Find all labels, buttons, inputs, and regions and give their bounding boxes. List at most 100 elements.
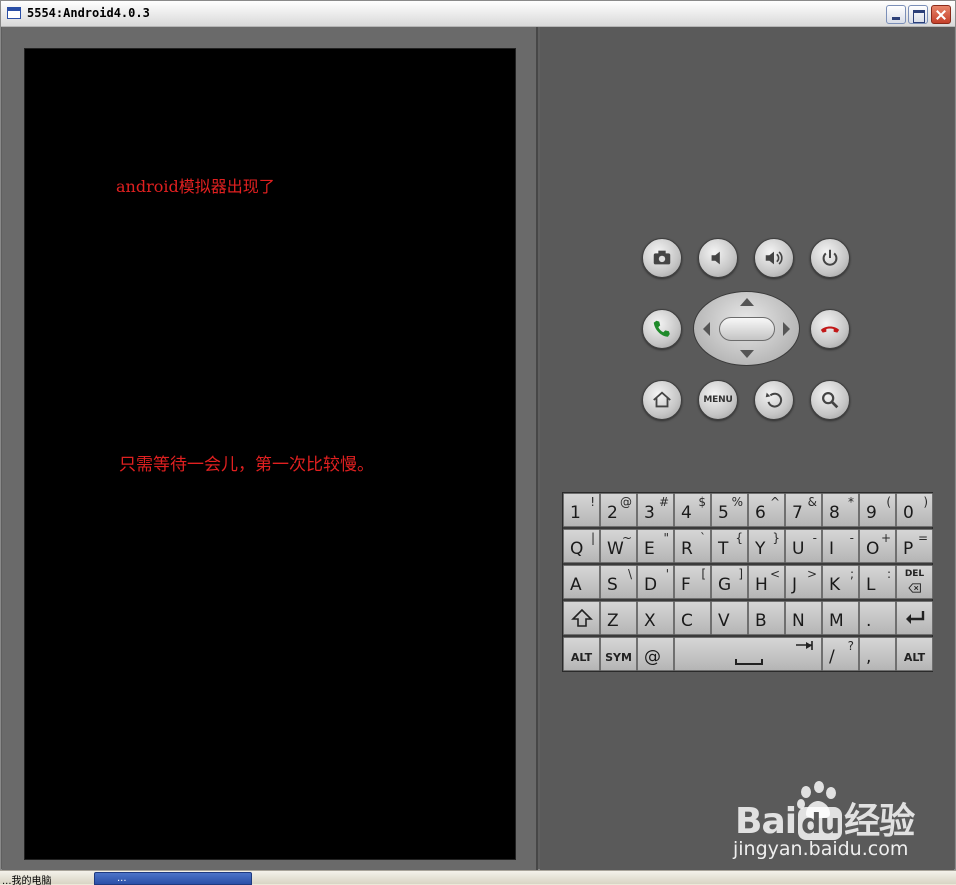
- key-h[interactable]: H <: [748, 565, 785, 599]
- key-a[interactable]: A: [563, 565, 600, 599]
- key-2[interactable]: 2 @: [600, 493, 637, 527]
- key-3[interactable]: 3 #: [637, 493, 674, 527]
- key-q[interactable]: Q |: [563, 529, 600, 563]
- key-u[interactable]: U-: [785, 529, 822, 563]
- close-button[interactable]: [931, 5, 951, 24]
- key-z[interactable]: Z: [600, 601, 637, 635]
- key-t[interactable]: T{: [711, 529, 748, 563]
- screen-caption-1: android模拟器出现了: [116, 177, 275, 196]
- key-space[interactable]: [674, 637, 822, 671]
- key-comma[interactable]: ,: [859, 637, 896, 671]
- end-call-icon: [820, 326, 840, 333]
- key-8[interactable]: 8 *: [822, 493, 859, 527]
- control-panel: [540, 27, 954, 870]
- key-e[interactable]: E ": [637, 529, 674, 563]
- key-g-alt-label: ]: [738, 567, 743, 581]
- key-l-alt-label: :: [886, 567, 891, 581]
- key-y[interactable]: Y}: [748, 529, 785, 563]
- minimize-button[interactable]: [886, 5, 906, 24]
- dpad[interactable]: [693, 291, 800, 366]
- key-w-alt-label: ~: [621, 531, 632, 545]
- call-button[interactable]: [642, 309, 682, 349]
- camera-button[interactable]: [642, 238, 682, 278]
- dpad-left-icon[interactable]: [703, 322, 710, 336]
- key-s[interactable]: S \: [600, 565, 637, 599]
- key-d[interactable]: D ': [637, 565, 674, 599]
- key-4[interactable]: 4 $: [674, 493, 711, 527]
- key-v[interactable]: V: [711, 601, 748, 635]
- key-5[interactable]: 5%: [711, 493, 748, 527]
- key-alt-right[interactable]: ALT: [896, 637, 933, 671]
- key-o[interactable]: O +: [859, 529, 896, 563]
- key-at-label: @: [644, 647, 661, 667]
- key-m[interactable]: M: [822, 601, 859, 635]
- key-at[interactable]: @: [637, 637, 674, 671]
- key-7-label: 7: [792, 503, 803, 523]
- key-w[interactable]: W ~: [600, 529, 637, 563]
- menu-button[interactable]: MENU: [698, 380, 738, 420]
- key-8-label: 8: [829, 503, 840, 523]
- baidu-logo-text-c: 经验: [844, 801, 915, 842]
- dpad-right-icon[interactable]: [783, 322, 790, 336]
- key-g[interactable]: G]: [711, 565, 748, 599]
- key-3-alt-label: #: [658, 495, 669, 509]
- key-c-label: C: [681, 611, 693, 631]
- key-del[interactable]: DEL: [896, 565, 933, 599]
- key-period[interactable]: .: [859, 601, 896, 635]
- key-8-alt-label: *: [848, 495, 854, 509]
- end-call-button[interactable]: [810, 309, 850, 349]
- taskbar-item-2[interactable]: ...: [94, 872, 252, 885]
- key-r[interactable]: R `: [674, 529, 711, 563]
- maximize-button[interactable]: [908, 5, 928, 24]
- key-0[interactable]: 0): [896, 493, 933, 527]
- key-j-label: J: [792, 575, 798, 595]
- key-alt-left[interactable]: ALT: [563, 637, 600, 671]
- key-enter[interactable]: [896, 601, 933, 635]
- back-button[interactable]: [754, 380, 794, 420]
- key-z-label: Z: [607, 611, 619, 631]
- dpad-down-icon[interactable]: [740, 350, 754, 358]
- volume-down-button[interactable]: [698, 238, 738, 278]
- key-6[interactable]: 6 ^: [748, 493, 785, 527]
- taskbar-item-1[interactable]: ...我的电脑: [0, 872, 90, 885]
- key-7-alt-label: &: [807, 495, 817, 509]
- back-icon: [765, 392, 783, 408]
- dpad-center-button[interactable]: [719, 317, 775, 341]
- title-bar[interactable]: 5554:Android4.0.3: [1, 1, 955, 27]
- space-icon: [675, 638, 821, 670]
- volume-up-button[interactable]: [754, 238, 794, 278]
- key-shift[interactable]: [563, 601, 600, 635]
- volume-down-icon: [711, 251, 720, 265]
- key-i[interactable]: I-: [822, 529, 859, 563]
- call-icon: [653, 320, 670, 337]
- key-5-alt-label: %: [731, 495, 743, 509]
- key-e-label: E: [644, 539, 655, 559]
- key-7[interactable]: 7 &: [785, 493, 822, 527]
- key-1[interactable]: 1!: [563, 493, 600, 527]
- key-9[interactable]: 9(: [859, 493, 896, 527]
- key-j[interactable]: J >: [785, 565, 822, 599]
- key-b[interactable]: B: [748, 601, 785, 635]
- home-button[interactable]: [642, 380, 682, 420]
- key-sym[interactable]: SYM: [600, 637, 637, 671]
- search-button[interactable]: [810, 380, 850, 420]
- power-icon: [822, 249, 838, 266]
- key-slash[interactable]: /?: [822, 637, 859, 671]
- search-icon: [822, 392, 839, 409]
- key-l[interactable]: L:: [859, 565, 896, 599]
- key-j-alt-label: >: [806, 567, 817, 581]
- key-e-alt-label: ": [663, 531, 669, 545]
- key-p[interactable]: P =: [896, 529, 933, 563]
- dpad-up-icon[interactable]: [740, 298, 754, 306]
- key-x[interactable]: X: [637, 601, 674, 635]
- key-o-alt-label: +: [880, 531, 891, 545]
- key-l-label: L: [866, 575, 876, 595]
- power-button[interactable]: [810, 238, 850, 278]
- baidu-logo-text-a: Bai: [735, 801, 797, 842]
- key-t-label: T: [718, 539, 729, 559]
- key-n[interactable]: N: [785, 601, 822, 635]
- key-c[interactable]: C: [674, 601, 711, 635]
- key-k[interactable]: K;: [822, 565, 859, 599]
- baidu-logo: Bai du 经验: [735, 792, 915, 844]
- key-f[interactable]: F[: [674, 565, 711, 599]
